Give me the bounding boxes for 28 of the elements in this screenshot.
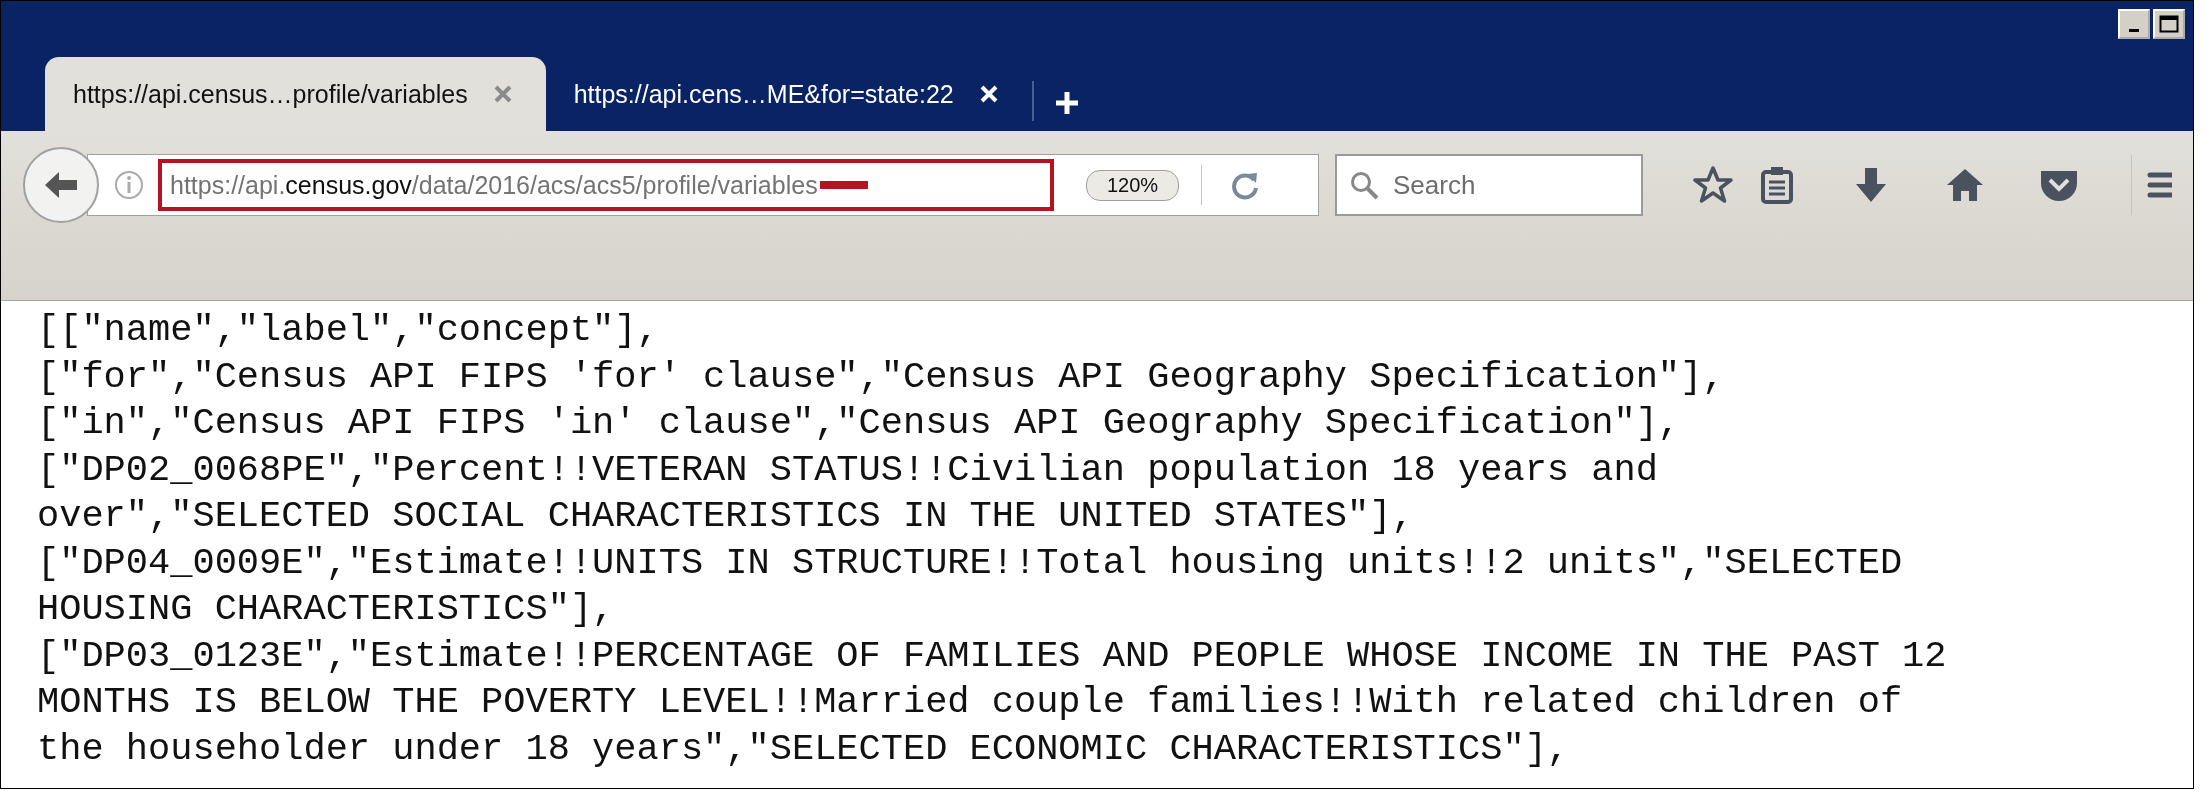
url-text: https://api.census.gov/data/2016/acs/acs5/profile/variables [158, 159, 1054, 211]
download-icon[interactable] [1854, 166, 1888, 204]
clipboard-icon[interactable] [1760, 166, 1794, 204]
home-icon[interactable] [1945, 167, 1985, 203]
maximize-button[interactable] [2153, 9, 2185, 39]
json-text-line: ["in","Census API FIPS 'in' clause","Census API Geography Specification"], [37, 401, 1682, 446]
star-icon[interactable] [1693, 166, 1733, 204]
json-text-line: HOUSING CHARACTERISTICS"], [37, 587, 616, 632]
menu-icon[interactable] [2146, 170, 2172, 200]
json-text-line: ["DP02_0068PE","Percent!!VETERAN STATUS!!Civilian population 18 years and [37, 447, 1659, 493]
json-text-line: over","SELECTED SOCIAL CHARACTERISTICS IN THE UNITED STATES"], [37, 494, 1415, 539]
json-text-line: ["for","Census API FIPS 'for' clause","Census API Geography Specification"], [37, 354, 1726, 400]
json-text-line: ["DP03_0123E","Estimate!!PERCENTAGE OF FAMILIES AND PEOPLE WHOSE INCOME IN THE PAST 12 [37, 633, 1948, 679]
search-field[interactable]: Search [1335, 154, 1643, 216]
browser-tab[interactable]: https://api.census…profile/variables [45, 57, 546, 131]
address-bar[interactable]: https://api.census.gov/data/2016/acs/acs5/profile/variables 120% [87, 154, 1319, 216]
json-text-line: MONTHS IS BELOW THE POVERTY LEVEL!!Married couple families!!With related children of [37, 680, 1904, 725]
json-text-line: ["DP04_0009E","Estimate!!UNITS IN STRUCTURE!!Total housing units!!2 units","SELECTED [37, 540, 1904, 586]
reload-icon[interactable] [1230, 170, 1261, 200]
minimize-button[interactable] [2118, 9, 2150, 39]
json-text-line: the householder under 18 years","SELECTED ECONOMIC CHARACTERISTICS"], [37, 726, 1571, 772]
maximize-icon [2159, 15, 2179, 33]
browser-tab[interactable]: https://api.cens…ME&for=state:22 [545, 57, 1032, 131]
new-tab-icon[interactable] [1053, 90, 1080, 116]
arrow-left-icon [43, 169, 79, 201]
minimize-icon [2129, 28, 2139, 32]
zoom-level[interactable]: 120% [1086, 169, 1180, 201]
json-text-line: [["name","label","concept"], [37, 308, 660, 353]
